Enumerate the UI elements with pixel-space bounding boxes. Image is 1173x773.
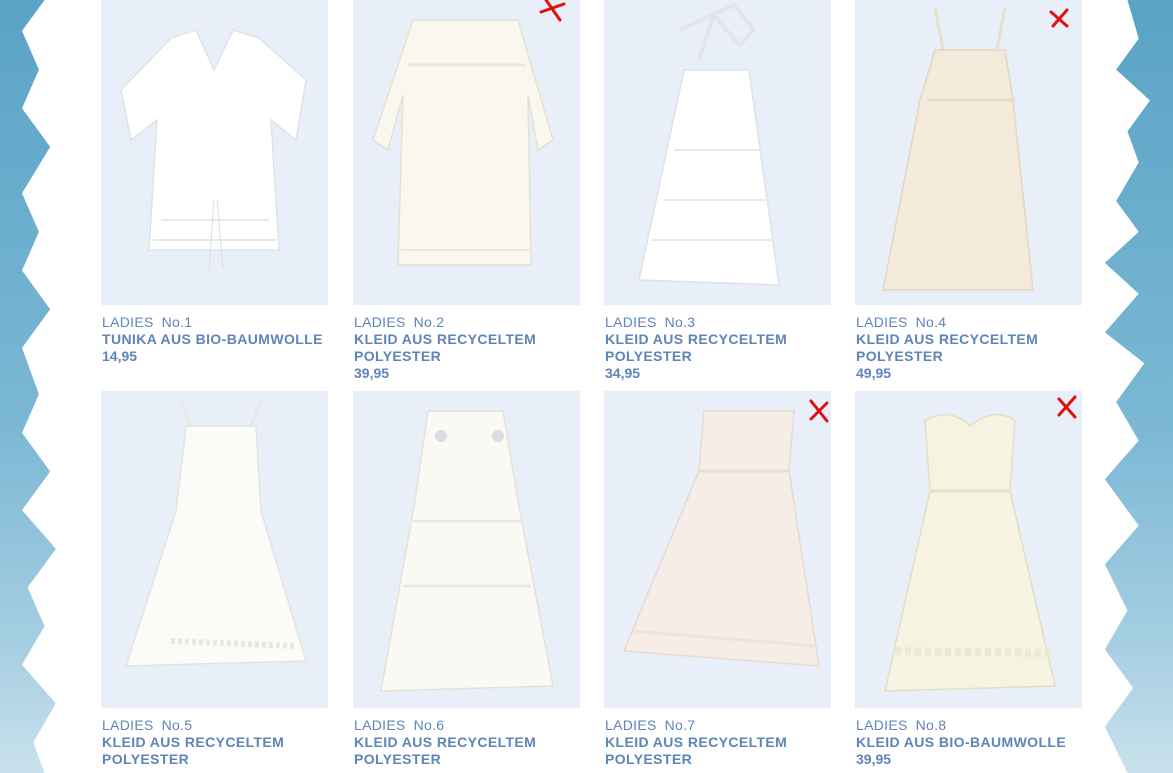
dress-image — [124, 400, 307, 667]
product-number: No.6 — [413, 717, 445, 733]
dress-image — [372, 19, 554, 266]
product-name-link[interactable]: KLEID AUS RECYCELTEM POLYESTER — [605, 734, 831, 768]
red-cross-mark-icon — [1057, 395, 1077, 419]
product-card[interactable]: LADIES No.5 KLEID AUS RECYCELTEM POLYESTE… — [101, 391, 328, 768]
product-number: No.5 — [161, 717, 193, 733]
product-name-link[interactable]: KLEID AUS RECYCELTEM POLYESTER — [856, 331, 1082, 365]
page-stage: LADIES No.1 TUNIKA AUS BIO-BAUMWOLLE 14,9… — [0, 0, 1173, 773]
product-card[interactable]: LADIES No.2 KLEID AUS RECYCELTEM POLYESTE… — [353, 0, 580, 382]
product-card[interactable]: LADIES No.1 TUNIKA AUS BIO-BAUMWOLLE 14,9… — [101, 0, 328, 365]
product-category: LADIES — [856, 314, 908, 330]
red-cross-mark-icon — [809, 399, 829, 423]
product-image[interactable] — [101, 391, 328, 708]
product-name-link[interactable]: KLEID AUS BIO-BAUMWOLLE — [856, 734, 1082, 751]
product-card[interactable]: LADIES No.7 KLEID AUS RECYCELTEM POLYESTE… — [604, 391, 831, 768]
product-image[interactable] — [353, 391, 580, 708]
product-category: LADIES — [605, 717, 657, 733]
product-category: LADIES — [856, 717, 908, 733]
product-number: No.1 — [161, 314, 193, 330]
product-name-link[interactable]: KLEID AUS RECYCELTEM POLYESTER — [102, 734, 328, 768]
product-category: LADIES — [102, 314, 154, 330]
product-price: 14,95 — [102, 348, 138, 364]
product-number: No.3 — [664, 314, 696, 330]
product-card[interactable]: LADIES No.6 KLEID AUS RECYCELTEM POLYESTE… — [353, 391, 580, 768]
product-card[interactable]: LADIES No.4 KLEID AUS RECYCELTEM POLYESTE… — [855, 0, 1082, 382]
product-number: No.8 — [915, 717, 947, 733]
product-name-link[interactable]: KLEID AUS RECYCELTEM POLYESTER — [354, 331, 580, 365]
product-number: No.2 — [413, 314, 445, 330]
product-price: 34,95 — [605, 365, 641, 381]
halter-dress-image — [638, 2, 780, 286]
product-image[interactable] — [604, 0, 831, 305]
maxi-dress-image — [882, 7, 1034, 291]
product-name-link[interactable]: KLEID AUS RECYCELTEM POLYESTER — [354, 734, 580, 768]
product-image[interactable] — [353, 0, 580, 305]
tiered-dress-image — [380, 410, 554, 692]
product-category: LADIES — [102, 717, 154, 733]
product-name-link[interactable]: TUNIKA AUS BIO-BAUMWOLLE — [102, 331, 328, 348]
strapless-dress-image — [622, 410, 820, 667]
product-image[interactable] — [101, 0, 328, 305]
product-name-link[interactable]: KLEID AUS RECYCELTEM POLYESTER — [605, 331, 831, 365]
product-price: 39,95 — [354, 365, 390, 381]
product-number: No.7 — [664, 717, 696, 733]
product-card[interactable]: LADIES No.8 KLEID AUS BIO-BAUMWOLLE 39,95 — [855, 391, 1082, 768]
red-cross-mark-icon — [539, 0, 566, 22]
product-price: 49,95 — [856, 365, 892, 381]
product-category: LADIES — [354, 314, 406, 330]
product-image[interactable] — [855, 0, 1082, 305]
product-card[interactable]: LADIES No.3 KLEID AUS RECYCELTEM POLYESTE… — [604, 0, 831, 382]
tunic-image — [120, 29, 307, 271]
product-image[interactable] — [604, 391, 831, 708]
product-image[interactable] — [855, 391, 1082, 708]
bustier-dress-image — [884, 413, 1056, 692]
product-number: No.4 — [915, 314, 947, 330]
product-category: LADIES — [354, 717, 406, 733]
product-category: LADIES — [605, 314, 657, 330]
product-price: 39,95 — [856, 751, 892, 767]
red-cross-mark-icon — [1049, 8, 1069, 28]
